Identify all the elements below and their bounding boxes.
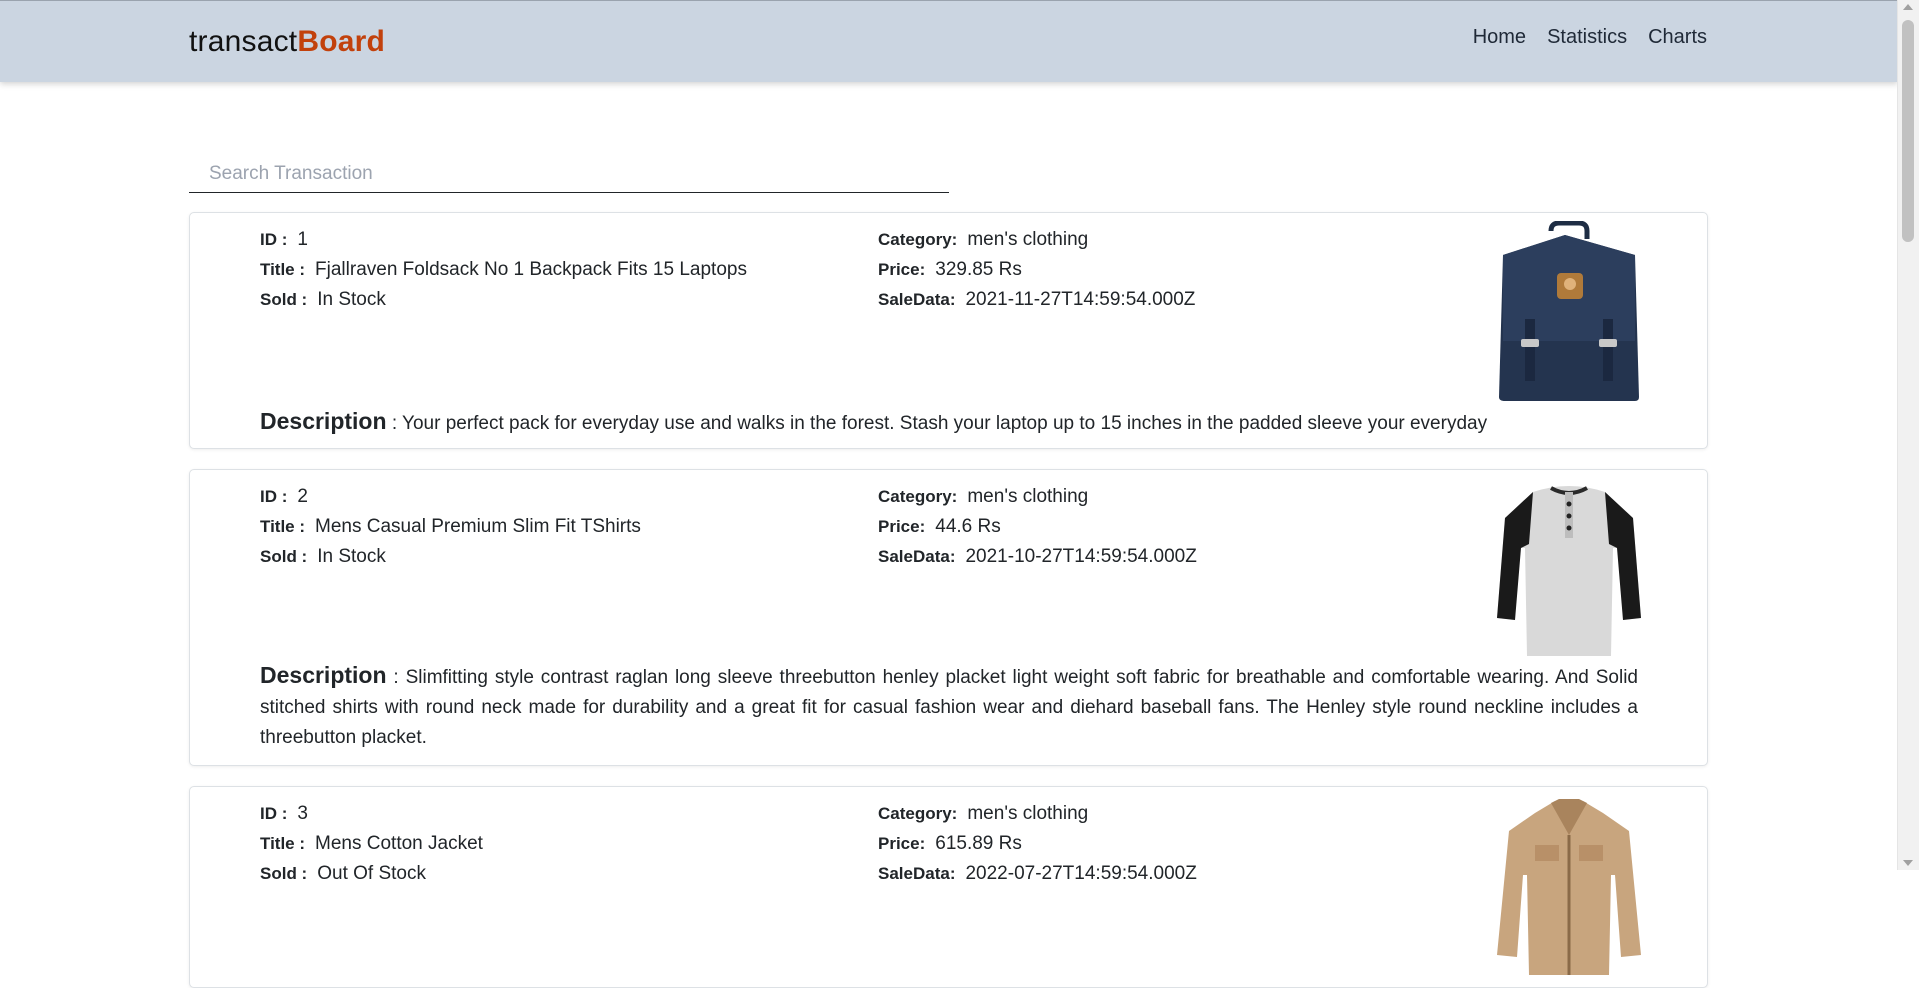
sold-row: Sold : Out Of Stock	[260, 859, 483, 889]
price-value: 615.89 Rs	[935, 833, 1022, 854]
nav-link-charts[interactable]: Charts	[1648, 26, 1707, 49]
sold-label: Sold :	[260, 290, 308, 309]
category-row: Category: men's clothing	[878, 799, 1197, 829]
title-row: Title : Mens Cotton Jacket	[260, 829, 483, 859]
title-value: Mens Casual Premium Slim Fit TShirts	[315, 516, 641, 537]
scroll-up-arrow-icon[interactable]	[1903, 4, 1913, 10]
transaction-card: ID : 1 Title : Fjallraven Foldsack No 1 Ba…	[189, 212, 1708, 449]
nav-links: Home Statistics Charts	[1473, 26, 1707, 49]
title-value: Fjallraven Foldsack No 1 Backpack Fits 1…	[315, 259, 747, 280]
backpack-image	[1499, 221, 1639, 401]
sale-date-label: SaleData:	[878, 547, 956, 566]
title-label: Title :	[260, 260, 306, 279]
title-label: Title :	[260, 517, 306, 536]
price-row: Price: 329.85 Rs	[878, 255, 1195, 285]
category-label: Category:	[878, 230, 958, 249]
sold-label: Sold :	[260, 864, 308, 883]
brand-accent-text: Board	[297, 25, 386, 58]
title-row: Title : Mens Casual Premium Slim Fit TShi…	[260, 512, 641, 542]
card-left-column: ID : 1 Title : Fjallraven Foldsack No 1 Ba…	[260, 225, 747, 315]
id-label: ID :	[260, 230, 288, 249]
price-row: Price: 615.89 Rs	[878, 829, 1197, 859]
card-left-column: ID : 2 Title : Mens Casual Premium Slim Fi…	[260, 482, 641, 572]
category-label: Category:	[878, 804, 958, 823]
tshirt-image	[1497, 486, 1641, 656]
price-label: Price:	[878, 260, 926, 279]
sale-date-label: SaleData:	[878, 864, 956, 883]
navbar: transactBoard Home Statistics Charts	[0, 0, 1898, 82]
price-label: Price:	[878, 517, 926, 536]
card-right-column: Category: men's clothing Price: 615.89 Rs …	[878, 799, 1197, 889]
id-value: 1	[297, 229, 308, 250]
description-text: : Slimfitting style contrast raglan long…	[260, 667, 1639, 748]
brand-logo[interactable]: transactBoard	[189, 25, 385, 59]
sale-date-value: 2022-07-27T14:59:54.000Z	[965, 863, 1197, 884]
sale-date-row: SaleData: 2022-07-27T14:59:54.000Z	[878, 859, 1197, 889]
category-value: men's clothing	[967, 486, 1089, 507]
sold-value: Out Of Stock	[317, 863, 426, 884]
description: Description : Slimfitting style contrast…	[260, 660, 1638, 753]
id-row: ID : 3	[260, 799, 483, 829]
category-value: men's clothing	[967, 229, 1089, 250]
card-right-column: Category: men's clothing Price: 44.6 Rs Sa…	[878, 482, 1197, 572]
price-value: 329.85 Rs	[935, 259, 1022, 280]
search-field	[189, 156, 949, 193]
transaction-card: ID : 3 Title : Mens Cotton Jacket Sold : Ou…	[189, 786, 1708, 988]
description-label: Description	[260, 408, 387, 434]
id-row: ID : 1	[260, 225, 747, 255]
sold-label: Sold :	[260, 547, 308, 566]
description-text: : Your perfect pack for everyday use and…	[391, 413, 1488, 434]
sold-row: Sold : In Stock	[260, 542, 641, 572]
card-left-column: ID : 3 Title : Mens Cotton Jacket Sold : Ou…	[260, 799, 483, 889]
price-row: Price: 44.6 Rs	[878, 512, 1197, 542]
id-value: 3	[297, 803, 308, 824]
sold-row: Sold : In Stock	[260, 285, 747, 315]
description: Description : Your perfect pack for ever…	[260, 406, 1638, 439]
sale-date-value: 2021-11-27T14:59:54.000Z	[965, 289, 1196, 310]
search-input[interactable]	[189, 156, 949, 192]
sale-date-label: SaleData:	[878, 290, 956, 309]
id-label: ID :	[260, 487, 288, 506]
id-label: ID :	[260, 804, 288, 823]
sale-date-row: SaleData: 2021-10-27T14:59:54.000Z	[878, 542, 1197, 572]
nav-link-statistics[interactable]: Statistics	[1547, 26, 1627, 49]
sold-value: In Stock	[317, 289, 386, 310]
jacket-image	[1497, 799, 1641, 975]
id-row: ID : 2	[260, 482, 641, 512]
title-row: Title : Fjallraven Foldsack No 1 Backpack…	[260, 255, 747, 285]
sale-date-row: SaleData: 2021-11-27T14:59:54.000Z	[878, 285, 1195, 315]
category-row: Category: men's clothing	[878, 225, 1195, 255]
scroll-down-arrow-icon[interactable]	[1903, 860, 1913, 866]
title-label: Title :	[260, 834, 306, 853]
description-label: Description	[260, 662, 387, 688]
category-label: Category:	[878, 487, 958, 506]
category-value: men's clothing	[967, 803, 1089, 824]
title-value: Mens Cotton Jacket	[315, 833, 483, 854]
sold-value: In Stock	[317, 546, 386, 567]
transaction-card: ID : 2 Title : Mens Casual Premium Slim Fi…	[189, 469, 1708, 766]
scrollbar-thumb[interactable]	[1902, 20, 1914, 242]
id-value: 2	[297, 486, 308, 507]
category-row: Category: men's clothing	[878, 482, 1197, 512]
price-label: Price:	[878, 834, 926, 853]
price-value: 44.6 Rs	[935, 516, 1001, 537]
nav-link-home[interactable]: Home	[1473, 26, 1526, 49]
card-right-column: Category: men's clothing Price: 329.85 Rs …	[878, 225, 1195, 315]
sale-date-value: 2021-10-27T14:59:54.000Z	[965, 546, 1197, 567]
brand-text: transact	[189, 25, 298, 58]
page-scrollbar[interactable]	[1897, 0, 1919, 870]
